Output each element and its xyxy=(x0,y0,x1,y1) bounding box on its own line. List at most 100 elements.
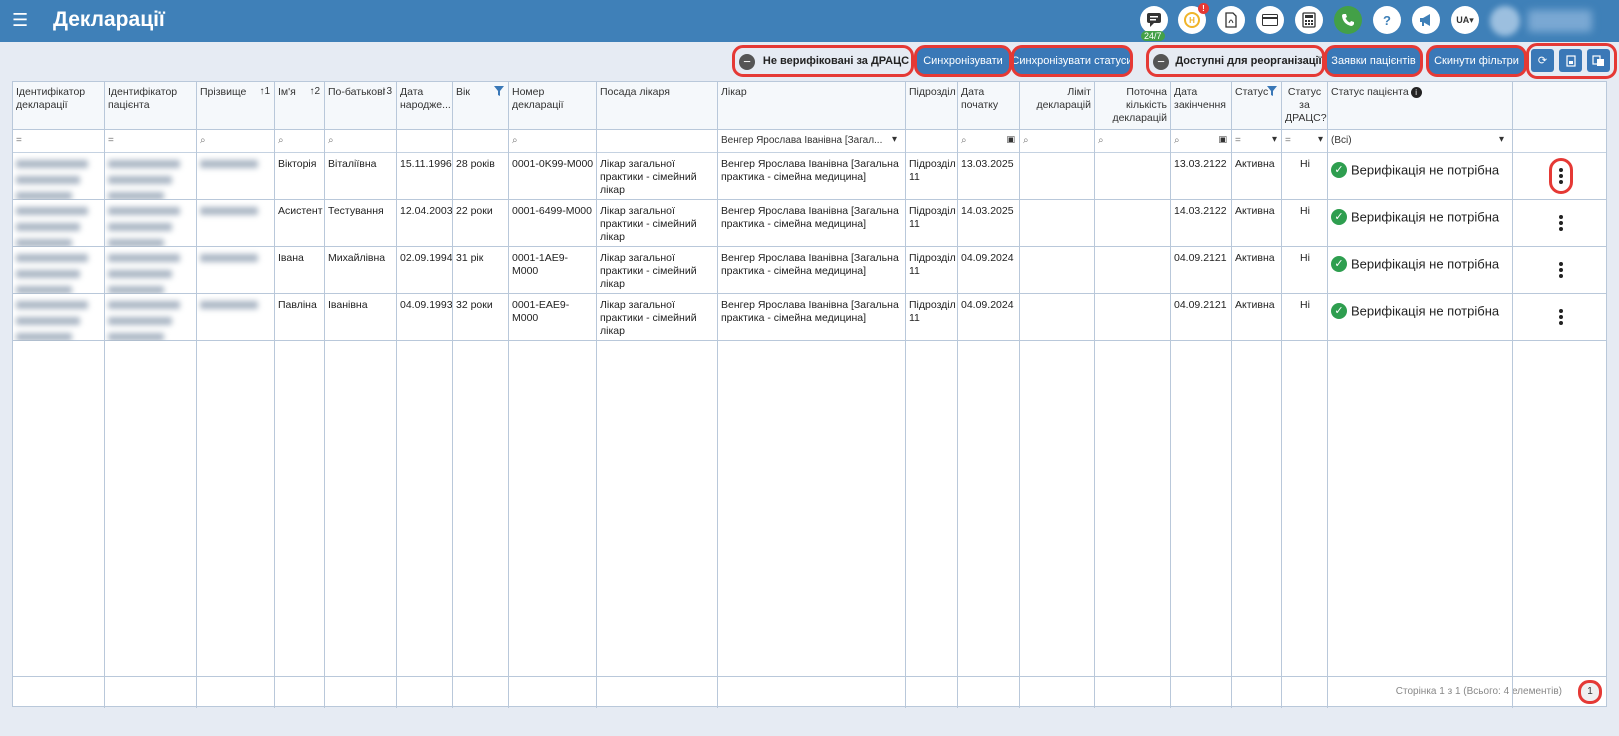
cell-actions[interactable] xyxy=(1513,200,1608,247)
filter-end-date[interactable]: ⌕ ▣ xyxy=(1171,130,1232,153)
chevron-down-icon: ▾ xyxy=(1317,134,1323,145)
col-header-last-name[interactable]: Прізвище ↑1 xyxy=(197,82,275,130)
table-row[interactable]: Вікторія Віталіївна 15.11.1996 28 років 0001… xyxy=(13,153,1606,200)
col-header-first-name[interactable]: Ім'я ↑2 xyxy=(275,82,325,130)
col-header-start-date[interactable]: Дата початку xyxy=(958,82,1020,130)
unverified-toggle[interactable]: − Не верифіковані за ДРАЦС xyxy=(732,45,914,77)
col-header-label: Підрозділ xyxy=(909,86,956,98)
card-icon[interactable] xyxy=(1256,6,1284,34)
cell-current-count xyxy=(1095,153,1171,200)
filter-current-count[interactable]: ⌕ xyxy=(1095,130,1171,153)
col-header-actions[interactable] xyxy=(1513,82,1608,130)
filter-last-name[interactable]: ⌕ xyxy=(197,130,275,153)
cell-patient-status: ✓ Верифікація не потрібна xyxy=(1328,200,1513,247)
cell-status: Активна xyxy=(1232,200,1282,247)
table-row[interactable]: Асистент Тестування 12.04.2003 22 роки 0001-… xyxy=(13,200,1606,247)
search-icon: ⌕ xyxy=(200,135,206,146)
filter-icon[interactable] xyxy=(494,86,504,100)
chevron-down-icon: ▾ xyxy=(1498,134,1504,145)
page-1-button[interactable]: 1 xyxy=(1578,680,1602,704)
col-header-birth-date[interactable]: Дата народже... xyxy=(397,82,453,130)
filter-birth-date[interactable] xyxy=(397,130,453,153)
table-row[interactable]: Івана Михайлівна 02.09.1994 31 рік 0001-1AE9… xyxy=(13,247,1606,294)
check-circle-icon: ✓ xyxy=(1331,162,1347,178)
col-header-declaration-number[interactable]: Номер декларації xyxy=(509,82,597,130)
col-header-status[interactable]: Статус xyxy=(1232,82,1282,130)
pdf-icon[interactable] xyxy=(1217,6,1245,34)
cell-text: 32 роки xyxy=(456,299,493,311)
user-name[interactable] xyxy=(1528,10,1592,32)
calculator-icon[interactable] xyxy=(1295,6,1323,34)
filter-icon[interactable] xyxy=(1267,86,1277,100)
refresh-icon[interactable]: ⟳ xyxy=(1531,49,1554,72)
help-icon[interactable]: ? xyxy=(1373,6,1401,34)
menu-icon[interactable]: ☰ xyxy=(12,11,28,29)
cell-actions[interactable] xyxy=(1513,294,1608,341)
col-header-limit[interactable]: Ліміт декларацій xyxy=(1020,82,1095,130)
col-header-doctor[interactable]: Лікар xyxy=(718,82,906,130)
filter-drac-status[interactable]: = ▾ xyxy=(1282,130,1328,153)
sort-icon[interactable]: ↑3 xyxy=(381,85,392,98)
language-selector[interactable]: UA ▾ xyxy=(1451,6,1479,34)
patient-requests-button[interactable]: Заявки пацієнтів xyxy=(1324,45,1423,77)
sort-icon[interactable]: ↑2 xyxy=(309,85,320,98)
filter-first-name[interactable]: ⌕ xyxy=(275,130,325,153)
filter-actions[interactable] xyxy=(1513,130,1608,153)
avatar[interactable] xyxy=(1490,6,1520,36)
helsi-icon[interactable]: Н ! xyxy=(1178,3,1209,34)
filter-patient-id[interactable]: = xyxy=(105,130,197,153)
cell-text: 04.09.2024 xyxy=(961,252,1014,264)
sync-button[interactable]: Синхронізувати xyxy=(914,45,1012,77)
column-divider xyxy=(274,153,275,708)
filter-start-date[interactable]: ⌕ ▣ xyxy=(958,130,1020,153)
filter-doctor-position[interactable] xyxy=(597,130,718,153)
col-header-end-date[interactable]: Дата закінчення xyxy=(1171,82,1232,130)
calendar-icon: ▣ xyxy=(1218,134,1227,144)
filter-unit[interactable] xyxy=(906,130,958,153)
sort-icon[interactable]: ↑1 xyxy=(259,85,270,98)
filter-age[interactable] xyxy=(453,130,509,153)
more-vert-icon[interactable] xyxy=(1558,215,1563,231)
more-vert-icon[interactable] xyxy=(1548,158,1573,194)
announcement-icon[interactable] xyxy=(1412,6,1440,34)
col-header-label: Статус за ДРАЦС? xyxy=(1285,86,1327,124)
info-icon[interactable]: i xyxy=(1410,87,1422,98)
col-header-age[interactable]: Вік xyxy=(453,82,509,130)
more-vert-icon[interactable] xyxy=(1558,262,1563,278)
cell-drac-status: Ні xyxy=(1282,247,1328,294)
redacted-text xyxy=(16,207,88,215)
col-header-patient-status[interactable]: Статус пацієнта i xyxy=(1328,82,1513,130)
filter-status[interactable]: = ▾ xyxy=(1232,130,1282,153)
table-row[interactable]: Павліна Іванівна 04.09.1993 32 роки 0001-EAE… xyxy=(13,294,1606,341)
columns-icon[interactable] xyxy=(1587,49,1610,72)
cell-actions[interactable] xyxy=(1513,247,1608,294)
col-header-middle-name[interactable]: По-батькові ↑3 xyxy=(325,82,397,130)
cell-actions[interactable] xyxy=(1513,153,1608,200)
reorg-toggle[interactable]: − Доступні для реорганізації xyxy=(1146,45,1325,77)
col-header-label: Статус xyxy=(1235,86,1269,98)
more-vert-icon[interactable] xyxy=(1558,309,1563,325)
col-header-doctor-position[interactable]: Посада лікаря xyxy=(597,82,718,130)
cell-text: Івана xyxy=(278,252,304,264)
col-header-declaration-id[interactable]: Ідентифікатор декларації xyxy=(13,82,105,130)
cell-text: 0001-0K99-M000 xyxy=(512,158,594,170)
phone-icon[interactable] xyxy=(1334,6,1362,34)
filter-middle-name[interactable]: ⌕ xyxy=(325,130,397,153)
col-header-unit[interactable]: Підрозділ xyxy=(906,82,958,130)
cell-start-date: 13.03.2025 xyxy=(958,153,1020,200)
cell-patient-id xyxy=(105,247,197,294)
col-header-label: Статус пацієнта xyxy=(1331,86,1409,98)
filter-limit[interactable]: ⌕ xyxy=(1020,130,1095,153)
col-header-drac-status[interactable]: Статус за ДРАЦС? xyxy=(1282,82,1328,130)
col-header-current-count[interactable]: Поточна кількість декларацій xyxy=(1095,82,1171,130)
sync-status-button[interactable]: Синхронізувати статуси xyxy=(1011,45,1133,77)
filter-doctor[interactable]: Венгер Ярослава Іванівна [Загал... ▾ xyxy=(718,130,906,153)
reset-filters-button[interactable]: Скинути фільтри xyxy=(1426,45,1527,77)
filter-patient-status[interactable]: (Всі) ▾ xyxy=(1328,130,1513,153)
filter-declaration-number[interactable]: ⌕ xyxy=(509,130,597,153)
col-header-patient-id[interactable]: Ідентифікатор пацієнта xyxy=(105,82,197,130)
filter-declaration-id[interactable]: = xyxy=(13,130,105,153)
chat-icon[interactable] xyxy=(1140,6,1168,34)
export-icon[interactable] xyxy=(1559,49,1582,72)
cell-drac-status: Ні xyxy=(1282,153,1328,200)
